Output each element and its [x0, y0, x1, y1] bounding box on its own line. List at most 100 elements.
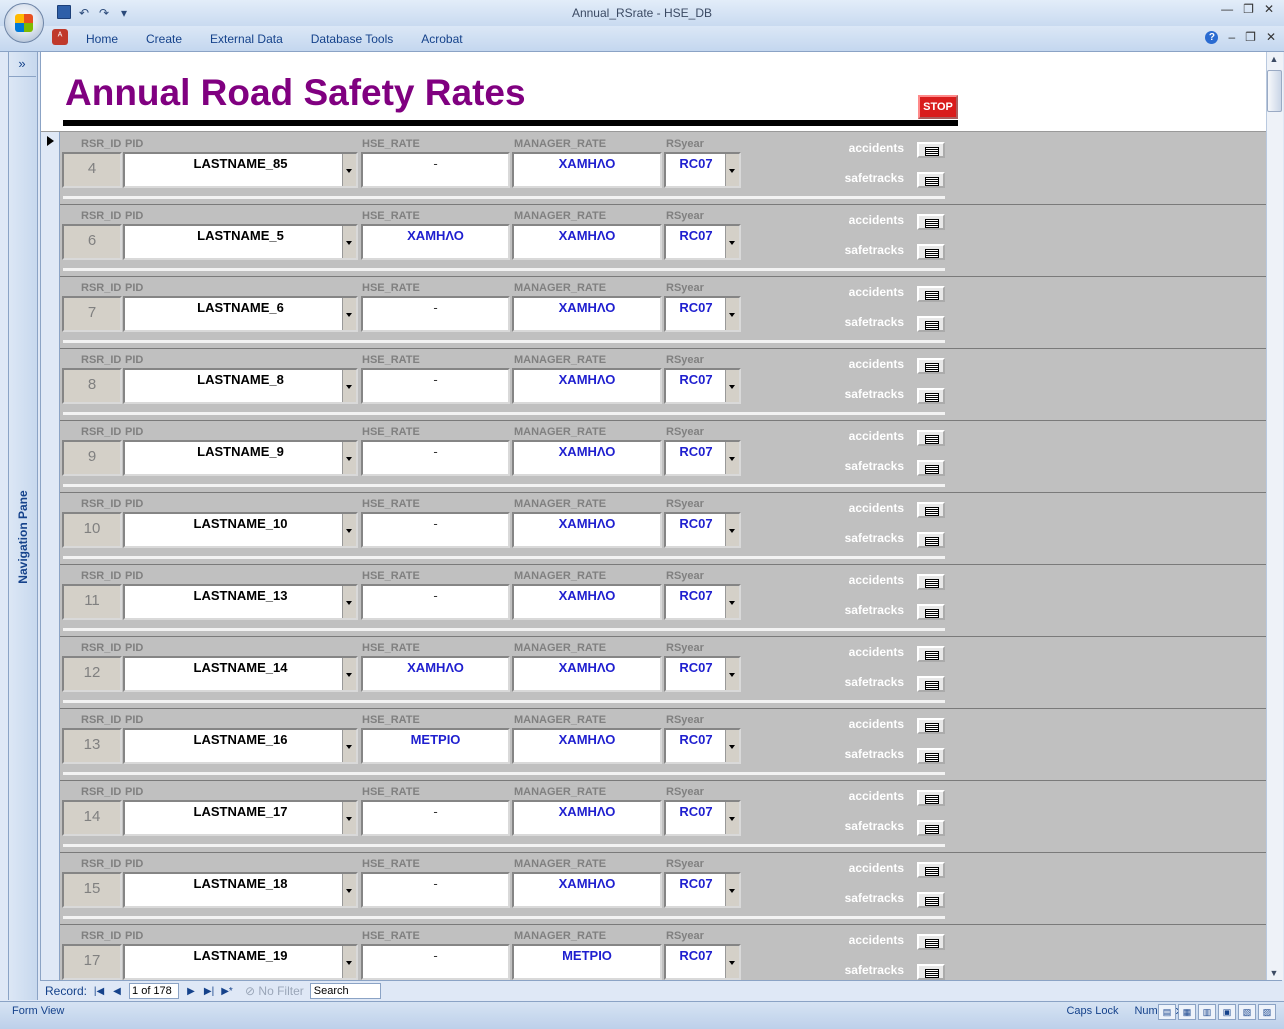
- dropdown-arrow-icon[interactable]: [342, 874, 356, 906]
- rsyear-combo[interactable]: RC07: [664, 368, 741, 404]
- record-selector[interactable]: [41, 852, 60, 924]
- dropdown-arrow-icon[interactable]: [725, 802, 739, 834]
- record-selector[interactable]: [41, 276, 60, 348]
- hse-rate-field[interactable]: -: [361, 800, 510, 836]
- rsr-id-field[interactable]: 10: [62, 512, 122, 548]
- pid-combo[interactable]: LASTNAME_16: [123, 728, 358, 764]
- dropdown-arrow-icon[interactable]: [342, 586, 356, 618]
- rsr-id-field[interactable]: 13: [62, 728, 122, 764]
- dropdown-arrow-icon[interactable]: [725, 514, 739, 546]
- rsr-id-field[interactable]: 7: [62, 296, 122, 332]
- maximize-icon[interactable]: ❐: [1243, 2, 1254, 16]
- rsr-id-field[interactable]: 17: [62, 944, 122, 980]
- doc-close-icon[interactable]: ✕: [1266, 30, 1276, 44]
- pdf-icon[interactable]: ᴬ: [52, 29, 68, 45]
- rsyear-combo[interactable]: RC07: [664, 656, 741, 692]
- safetracks-button[interactable]: [917, 964, 945, 980]
- safetracks-button[interactable]: [917, 748, 945, 764]
- hse-rate-field[interactable]: -: [361, 440, 510, 476]
- rsyear-combo[interactable]: RC07: [664, 440, 741, 476]
- doc-restore-icon[interactable]: ❐: [1245, 30, 1256, 44]
- hse-rate-field[interactable]: ΧΑΜΗΛΟ: [361, 224, 510, 260]
- layout-view-icon[interactable]: ▧: [1238, 1004, 1256, 1020]
- safetracks-button[interactable]: [917, 244, 945, 260]
- accidents-button[interactable]: [917, 358, 945, 374]
- previous-record-icon[interactable]: ◀: [111, 986, 123, 997]
- rsyear-combo[interactable]: RC07: [664, 224, 741, 260]
- accidents-button[interactable]: [917, 286, 945, 302]
- pid-combo[interactable]: LASTNAME_18: [123, 872, 358, 908]
- dropdown-arrow-icon[interactable]: [725, 874, 739, 906]
- rsyear-combo[interactable]: RC07: [664, 872, 741, 908]
- hse-rate-field[interactable]: ΧΑΜΗΛΟ: [361, 656, 510, 692]
- accidents-button[interactable]: [917, 214, 945, 230]
- hse-rate-field[interactable]: -: [361, 152, 510, 188]
- dropdown-arrow-icon[interactable]: [725, 586, 739, 618]
- manager-rate-field[interactable]: ΧΑΜΗΛΟ: [512, 152, 662, 188]
- rsr-id-field[interactable]: 14: [62, 800, 122, 836]
- dropdown-arrow-icon[interactable]: [342, 298, 356, 330]
- hse-rate-field[interactable]: ΜΕΤΡΙΟ: [361, 728, 510, 764]
- pid-combo[interactable]: LASTNAME_10: [123, 512, 358, 548]
- accidents-button[interactable]: [917, 862, 945, 878]
- tab-database-tools[interactable]: Database Tools: [297, 32, 408, 46]
- accidents-button[interactable]: [917, 934, 945, 950]
- dropdown-arrow-icon[interactable]: [342, 154, 356, 186]
- safetracks-button[interactable]: [917, 316, 945, 332]
- manager-rate-field[interactable]: ΧΑΜΗΛΟ: [512, 224, 662, 260]
- record-selector[interactable]: [41, 492, 60, 564]
- dropdown-arrow-icon[interactable]: [342, 442, 356, 474]
- rsyear-combo[interactable]: RC07: [664, 800, 741, 836]
- manager-rate-field[interactable]: ΧΑΜΗΛΟ: [512, 296, 662, 332]
- record-selector[interactable]: [41, 780, 60, 852]
- hse-rate-field[interactable]: -: [361, 584, 510, 620]
- manager-rate-field[interactable]: ΧΑΜΗΛΟ: [512, 872, 662, 908]
- record-selector[interactable]: [41, 924, 60, 980]
- accidents-button[interactable]: [917, 574, 945, 590]
- scroll-up-icon[interactable]: ▲: [1267, 52, 1281, 66]
- rsyear-combo[interactable]: RC07: [664, 512, 741, 548]
- pivot-table-icon[interactable]: ▥: [1198, 1004, 1216, 1020]
- dropdown-arrow-icon[interactable]: [342, 730, 356, 762]
- safetracks-button[interactable]: [917, 676, 945, 692]
- record-selector[interactable]: [41, 420, 60, 492]
- rsyear-combo[interactable]: RC07: [664, 584, 741, 620]
- manager-rate-field[interactable]: ΧΑΜΗΛΟ: [512, 800, 662, 836]
- pid-combo[interactable]: LASTNAME_14: [123, 656, 358, 692]
- new-record-icon[interactable]: ▶*: [221, 986, 233, 997]
- hse-rate-field[interactable]: -: [361, 296, 510, 332]
- record-selector[interactable]: [41, 132, 60, 204]
- next-record-icon[interactable]: ▶: [185, 986, 197, 997]
- pivot-chart-icon[interactable]: ▣: [1218, 1004, 1236, 1020]
- manager-rate-field[interactable]: ΧΑΜΗΛΟ: [512, 584, 662, 620]
- rsyear-combo[interactable]: RC07: [664, 296, 741, 332]
- accidents-button[interactable]: [917, 502, 945, 518]
- dropdown-arrow-icon[interactable]: [342, 658, 356, 690]
- accidents-button[interactable]: [917, 646, 945, 662]
- pid-combo[interactable]: LASTNAME_6: [123, 296, 358, 332]
- hse-rate-field[interactable]: -: [361, 368, 510, 404]
- close-icon[interactable]: ✕: [1264, 2, 1274, 16]
- tab-home[interactable]: Home: [72, 32, 132, 46]
- datasheet-view-icon[interactable]: ▦: [1178, 1004, 1196, 1020]
- record-selector[interactable]: [41, 708, 60, 780]
- manager-rate-field[interactable]: ΜΕΤΡΙΟ: [512, 944, 662, 980]
- office-button[interactable]: [4, 3, 44, 43]
- rsyear-combo[interactable]: RC07: [664, 152, 741, 188]
- vertical-scrollbar[interactable]: ▲ ▼: [1266, 52, 1283, 980]
- tab-acrobat[interactable]: Acrobat: [407, 32, 476, 46]
- dropdown-arrow-icon[interactable]: [725, 298, 739, 330]
- dropdown-arrow-icon[interactable]: [725, 442, 739, 474]
- record-selector[interactable]: [41, 348, 60, 420]
- pid-combo[interactable]: LASTNAME_5: [123, 224, 358, 260]
- hse-rate-field[interactable]: -: [361, 512, 510, 548]
- manager-rate-field[interactable]: ΧΑΜΗΛΟ: [512, 440, 662, 476]
- safetracks-button[interactable]: [917, 460, 945, 476]
- record-selector[interactable]: [41, 204, 60, 276]
- expand-nav-icon[interactable]: »: [8, 54, 36, 77]
- record-selector[interactable]: [41, 636, 60, 708]
- safetracks-button[interactable]: [917, 388, 945, 404]
- pid-combo[interactable]: LASTNAME_85: [123, 152, 358, 188]
- dropdown-arrow-icon[interactable]: [342, 370, 356, 402]
- tab-external-data[interactable]: External Data: [196, 32, 297, 46]
